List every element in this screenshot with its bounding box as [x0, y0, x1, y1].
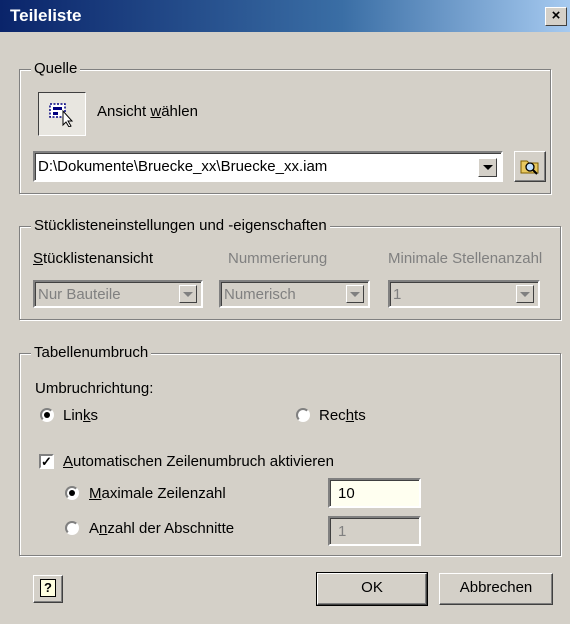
stuecklistenansicht-dropdown-button[interactable] [179, 285, 197, 303]
close-button[interactable]: × [545, 7, 567, 26]
stuecklistenansicht-select[interactable]: Nur Bauteile [33, 280, 203, 308]
chevron-down-icon [350, 291, 360, 297]
rechts-radio[interactable] [296, 408, 310, 422]
min-stellen-value: 1 [393, 286, 402, 303]
min-stellen-select[interactable]: 1 [388, 280, 540, 308]
select-view-label: Ansicht wählen [97, 103, 198, 120]
anzahl-abschnitte-value: 1 [338, 523, 347, 540]
rechts-label[interactable]: Rechts [319, 407, 366, 424]
tabellenumbruch-legend: Tabellenumbruch [31, 344, 152, 361]
select-view-button[interactable] [38, 92, 86, 136]
cancel-button[interactable]: Abbrechen [439, 573, 553, 605]
umbruchrichtung-label: Umbruchrichtung: [35, 380, 154, 397]
anzahl-abschnitte-label[interactable]: Anzahl der Abschnitte [89, 520, 234, 537]
auto-umbruch-checkbox[interactable]: ✓ [39, 454, 54, 469]
browse-folder-icon [520, 160, 539, 175]
nummerierung-dropdown-button[interactable] [346, 285, 364, 303]
max-zeilen-value: 10 [338, 485, 355, 502]
help-icon: ? [40, 579, 56, 597]
title-bar: Teileliste × [0, 0, 570, 32]
select-view-icon [49, 103, 74, 128]
chevron-down-icon [482, 165, 493, 170]
chevron-down-icon [520, 291, 530, 297]
nummerierung-value: Numerisch [224, 286, 296, 303]
chevron-down-icon [183, 291, 193, 297]
min-stellen-dropdown-button[interactable] [516, 285, 534, 303]
file-path-dropdown-button[interactable] [478, 158, 497, 177]
stuecklistenansicht-value: Nur Bauteile [38, 286, 121, 303]
max-zeilen-label[interactable]: Maximale Zeilenzahl [89, 485, 226, 502]
links-radio[interactable] [40, 408, 54, 422]
window-title: Teileliste [10, 6, 82, 25]
file-path-combobox[interactable]: D:\Dokumente\Bruecke_xx\Bruecke_xx.iam [33, 151, 503, 182]
auto-umbruch-label[interactable]: Automatischen Zeilenumbruch aktivieren [63, 453, 334, 470]
anzahl-abschnitte-radio[interactable] [65, 521, 79, 535]
max-zeilen-radio[interactable] [65, 486, 79, 500]
nummerierung-select[interactable]: Numerisch [219, 280, 370, 308]
nummerierung-label: Nummerierung [228, 250, 328, 267]
checkmark-icon: ✓ [41, 454, 52, 469]
max-zeilen-input[interactable]: 10 [328, 478, 421, 508]
stuecklistenansicht-label: Stücklistenansicht [33, 250, 154, 267]
links-label[interactable]: Links [63, 407, 98, 424]
file-path-value: D:\Dokumente\Bruecke_xx\Bruecke_xx.iam [38, 158, 328, 175]
quelle-legend: Quelle [31, 60, 81, 77]
stueckliste-legend: Stücklisteneinstellungen und -eigenschaf… [31, 217, 330, 234]
browse-button[interactable] [514, 151, 546, 182]
help-button[interactable]: ? [33, 575, 63, 603]
ok-button[interactable]: OK [316, 572, 428, 606]
close-icon: × [551, 7, 561, 24]
anzahl-abschnitte-input[interactable]: 1 [328, 516, 421, 546]
min-stellen-label: Minimale Stellenanzahl [388, 250, 543, 267]
